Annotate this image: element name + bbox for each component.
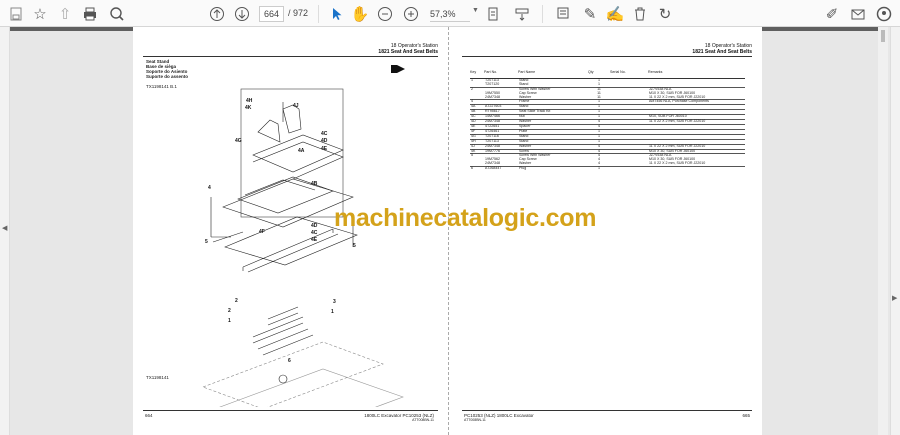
figure-code: TX1198141	[146, 375, 169, 380]
sign-icon[interactable]: ✍	[605, 4, 625, 23]
page-fit-icon[interactable]	[483, 4, 503, 23]
callout: 4	[208, 185, 211, 191]
callout: 2	[235, 298, 238, 304]
page-footer: PC10253 (NLZ) 1800LC Excavator ATT008BN-1…	[464, 413, 534, 422]
bookmark-star-icon[interactable]: ☆	[30, 4, 50, 23]
share-sign-icon[interactable]: ✐	[822, 4, 842, 23]
col-serial: Serial No.	[610, 70, 648, 79]
table-cell: AT268447	[484, 166, 518, 172]
callout: 4G	[235, 138, 242, 144]
prev-page-icon[interactable]	[207, 4, 227, 23]
table-row: 6 AT268447 Plug 1	[470, 166, 745, 172]
callout: 4H	[246, 98, 253, 104]
col-remarks: Remarks	[648, 70, 745, 79]
save-icon[interactable]	[6, 4, 26, 23]
delete-icon[interactable]	[630, 4, 650, 23]
account-icon[interactable]	[874, 4, 894, 23]
expand-right-icon[interactable]: ▶	[892, 294, 897, 302]
callout: 4D	[311, 223, 318, 229]
hand-icon[interactable]: ✋	[350, 4, 370, 23]
page-edge	[10, 27, 134, 31]
callout: 4B	[311, 181, 318, 187]
callout: 5	[353, 243, 356, 249]
table-header: Key Part No. Part Name Qty Serial No. Re…	[470, 70, 745, 79]
footer-rule	[143, 410, 438, 411]
table-cell	[648, 166, 745, 172]
zoom-dropdown-icon[interactable]: ▼	[472, 7, 479, 14]
callout: 4D	[321, 138, 328, 144]
right-panel-toggle[interactable]	[890, 27, 900, 435]
exploded-diagram: 4H 4K 4J 4G 4A 4C 4D 4E 4 4B 5 4F 4D 4C …	[202, 88, 404, 407]
page-footer: 1800LC Excavator PC10253 (NLZ) ATT008BN-1…	[364, 413, 434, 422]
table-cell: 1	[588, 166, 610, 172]
front-arrow-icon	[391, 65, 405, 73]
expand-left-icon[interactable]: ◀	[2, 224, 7, 232]
callout: 4E	[321, 146, 328, 152]
vertical-scrollbar[interactable]	[878, 27, 888, 435]
page-header: 18 Operator's Station 1821 Seat And Seat …	[692, 43, 752, 55]
toolbar: ☆ ⇧ 664 / 972 ✋ 57,3% ▼ ✎ ✍ ↻ ✐	[0, 0, 900, 27]
zoom-out-icon[interactable]	[375, 4, 395, 23]
parts-table: Key Part No. Part Name Qty Serial No. Re…	[470, 70, 745, 172]
callout: 4J	[293, 103, 299, 109]
search-zoom-icon[interactable]	[107, 4, 127, 23]
zoom-in-icon[interactable]	[401, 4, 421, 23]
divider	[542, 5, 543, 23]
callout: 4E	[311, 237, 318, 243]
col-part-name: Part Name	[518, 70, 588, 79]
pen-icon[interactable]: ✎	[580, 4, 600, 23]
callout: 4K	[245, 105, 252, 111]
upload-icon[interactable]: ⇧	[55, 4, 75, 23]
callout: 6	[288, 358, 291, 364]
callout: 4A	[298, 148, 305, 154]
email-icon[interactable]	[848, 4, 868, 23]
header-rule	[143, 56, 438, 57]
scroll-mode-icon[interactable]	[512, 4, 532, 23]
callout: 4F	[259, 229, 265, 235]
header-rule	[462, 56, 752, 57]
page-header: 18 Operator's Station 1821 Seat And Seat …	[378, 43, 438, 55]
callout: 3	[333, 299, 336, 305]
next-page-icon[interactable]	[232, 4, 252, 23]
rotate-icon[interactable]: ↻	[655, 4, 675, 23]
callout: 1	[331, 309, 334, 315]
table-cell	[610, 166, 648, 172]
page-edge	[762, 27, 878, 31]
table-cell: Plug	[518, 166, 588, 172]
callout: 1	[228, 318, 231, 324]
callout: 5	[205, 239, 208, 245]
page-number: 664	[145, 413, 153, 418]
page-number-input[interactable]: 664	[259, 6, 284, 22]
scrollbar-thumb[interactable]	[881, 30, 885, 42]
select-cursor-icon[interactable]	[326, 4, 346, 23]
divider	[318, 5, 319, 23]
page-number: 665	[742, 413, 750, 418]
watermark: machinecatalogic.com	[334, 204, 597, 232]
footer-rule	[462, 410, 752, 411]
callout: 4C	[311, 230, 318, 236]
figure-title: Seat Stand Base de sièga Soporte do Asient…	[146, 59, 189, 79]
callout: 2	[228, 308, 231, 314]
print-icon[interactable]	[80, 4, 100, 23]
callout: 4C	[321, 131, 328, 137]
table-cell: 6	[470, 166, 484, 172]
page-count: / 972	[288, 8, 309, 18]
zoom-level-input[interactable]: 57,3%	[430, 6, 470, 22]
comment-icon[interactable]	[553, 4, 573, 23]
